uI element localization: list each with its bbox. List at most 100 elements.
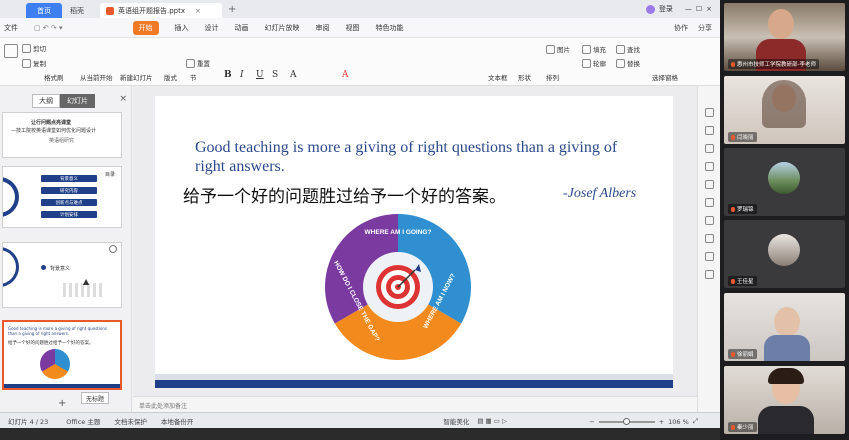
title-bar: 首页 稻壳 英语组开题报告.pptx × + 登录 — ☐ × [0, 0, 720, 18]
slide-thumbnail-4-selected[interactable]: Good teaching is more a giving of right … [2, 320, 122, 390]
new-slide-button[interactable]: 新建幻灯片 [120, 72, 153, 82]
share-button[interactable]: 分享 [698, 23, 712, 33]
right-tool-strip [697, 86, 720, 412]
reset-button[interactable]: 重置 [186, 58, 210, 68]
design-icon[interactable] [705, 108, 714, 117]
close-tab-icon[interactable]: × [195, 7, 201, 15]
menu-start[interactable]: 开始 [132, 20, 159, 35]
image-button[interactable]: 图片 [546, 44, 570, 54]
zoom-in-icon[interactable]: + [659, 418, 664, 426]
textbox-button[interactable]: 文本框 [488, 72, 508, 82]
tab-outline[interactable]: 大纲 [32, 94, 60, 108]
fill-tools-icon[interactable] [705, 180, 714, 189]
user-avatar[interactable] [645, 4, 655, 14]
settings-icon[interactable] [705, 270, 714, 279]
view-mode-icons[interactable]: ▤ ▦ ▭ ▷ [477, 417, 507, 425]
arrange-button[interactable]: 排列 [546, 72, 559, 82]
mic-icon [731, 279, 735, 284]
slide-canvas: Good teaching is more a giving of right … [133, 86, 697, 396]
font-color-button[interactable]: A [290, 70, 297, 80]
new-tab-button[interactable]: + [228, 4, 236, 15]
image-label: 图片 [557, 46, 570, 54]
thumb4-wheel [40, 349, 70, 379]
participant-video-5[interactable]: 徐丽娟 [724, 293, 845, 361]
slide-thumbnail-2[interactable]: 目录 背景意义 研究内容 创新点与难点 计划安排 [2, 166, 122, 228]
menu-view[interactable]: 视图 [346, 23, 360, 33]
slide-thumbnail-3[interactable]: 背景意义 ▲ [2, 242, 122, 308]
add-slide-button[interactable]: + [58, 398, 66, 409]
history-icon[interactable] [705, 252, 714, 261]
hover-tooltip: 无标题 [81, 392, 109, 404]
minimize-icon[interactable]: — [685, 5, 692, 13]
participant-hair [762, 80, 806, 128]
outline-button[interactable]: 轮廓 [582, 58, 606, 68]
zoom-out-icon[interactable]: − [589, 418, 594, 426]
scissors-icon [22, 43, 31, 53]
replace-button[interactable]: 替换 [616, 58, 640, 68]
participant-video-6[interactable]: 秦少丽 [724, 366, 845, 434]
align-icon[interactable] [705, 234, 714, 243]
login-label[interactable]: 登录 [659, 4, 673, 14]
image-tools-icon[interactable] [705, 162, 714, 171]
participant-video-1[interactable]: 惠州市技师工学院教研部-李老师 [724, 3, 845, 71]
status-bar: 幻灯片 4 / 23 Office 主题 文档未保护 本地备份开 智能美化 ▤ … [0, 412, 720, 428]
quote-english: Good teaching is more a giving of right … [195, 139, 618, 175]
zoom-slider[interactable] [598, 417, 655, 425]
current-slide[interactable]: Good teaching is more a giving of right … [155, 96, 673, 388]
menu-file[interactable]: 文件 [4, 23, 18, 33]
shape-icon[interactable] [705, 144, 714, 153]
copy-button[interactable]: 复制 [22, 58, 46, 68]
participant-face [768, 9, 794, 39]
underline-button[interactable]: U [256, 70, 264, 80]
strikethrough-button[interactable]: S [272, 70, 278, 80]
fit-window-icon[interactable]: ⤢ [693, 417, 698, 426]
menu-slideshow[interactable]: 幻灯片放映 [265, 23, 300, 33]
bold-button[interactable]: B [224, 70, 232, 80]
participant-video-3[interactable]: 罗瑞锦 [724, 148, 845, 216]
participant-video-2[interactable]: 闫晓丽 [724, 76, 845, 144]
speaker-notes[interactable]: 单击此处添加备注 [133, 396, 697, 412]
protection-status[interactable]: 文档未保护 [114, 416, 147, 426]
menu-design[interactable]: 设计 [205, 23, 219, 33]
section-button[interactable]: 节 [190, 72, 197, 82]
layers-icon[interactable] [705, 216, 714, 225]
fill-button[interactable]: 填充 [582, 44, 606, 54]
tab-slides[interactable]: 幻灯片 [60, 94, 95, 108]
participant-video-4[interactable]: 王佳星 [724, 220, 845, 288]
window-close-icon[interactable]: × [706, 5, 712, 13]
zoom-control[interactable]: − + 106 % ⤢ [589, 417, 698, 426]
participant-name-text: 王佳星 [737, 279, 754, 285]
layout-button[interactable]: 版式 [164, 72, 177, 82]
participant-hair [768, 368, 804, 384]
slide-thumbnail-1[interactable]: 让行问题点亮课堂 —技工院校英语课堂如何优化问题设计 英语组研究 [2, 112, 122, 158]
find-label: 查找 [627, 46, 640, 54]
maximize-icon[interactable]: ☐ [696, 5, 702, 13]
collaborate-button[interactable]: 协作 [674, 23, 688, 33]
format-painter-button[interactable]: 格式刷 [44, 72, 64, 82]
close-panel-icon[interactable]: × [119, 94, 127, 104]
tab-docer[interactable]: 稻壳 [64, 3, 100, 18]
menu-animation[interactable]: 动画 [235, 23, 249, 33]
participant-avatar [768, 162, 800, 194]
backup-status[interactable]: 本地备份开 [161, 416, 194, 426]
tab-document[interactable]: 英语组开题报告.pptx × [100, 3, 222, 18]
zoom-knob[interactable] [622, 417, 630, 425]
select-pane-button[interactable]: 选择窗格 [652, 72, 678, 82]
menu-review[interactable]: 审阅 [316, 23, 330, 33]
menu-features[interactable]: 特色功能 [376, 23, 404, 33]
find-button[interactable]: 查找 [616, 44, 640, 54]
italic-button[interactable]: I [240, 70, 244, 80]
thumb3-arc [3, 247, 19, 287]
reset-icon [186, 58, 195, 68]
effects-icon[interactable] [705, 198, 714, 207]
select-pane-label: 选择窗格 [652, 74, 678, 82]
paste-button[interactable] [4, 44, 18, 58]
tab-home[interactable]: 首页 [26, 3, 62, 18]
from-current-button[interactable]: 从当前开始 [80, 72, 113, 82]
beautify-button[interactable]: 智能美化 [443, 416, 469, 426]
menu-insert[interactable]: 插入 [175, 23, 189, 33]
animation-icon[interactable] [705, 126, 714, 135]
cut-button[interactable]: 剪切 [22, 43, 46, 53]
shape-button[interactable]: 形状 [518, 72, 531, 82]
text-color-button[interactable]: A [342, 70, 349, 80]
